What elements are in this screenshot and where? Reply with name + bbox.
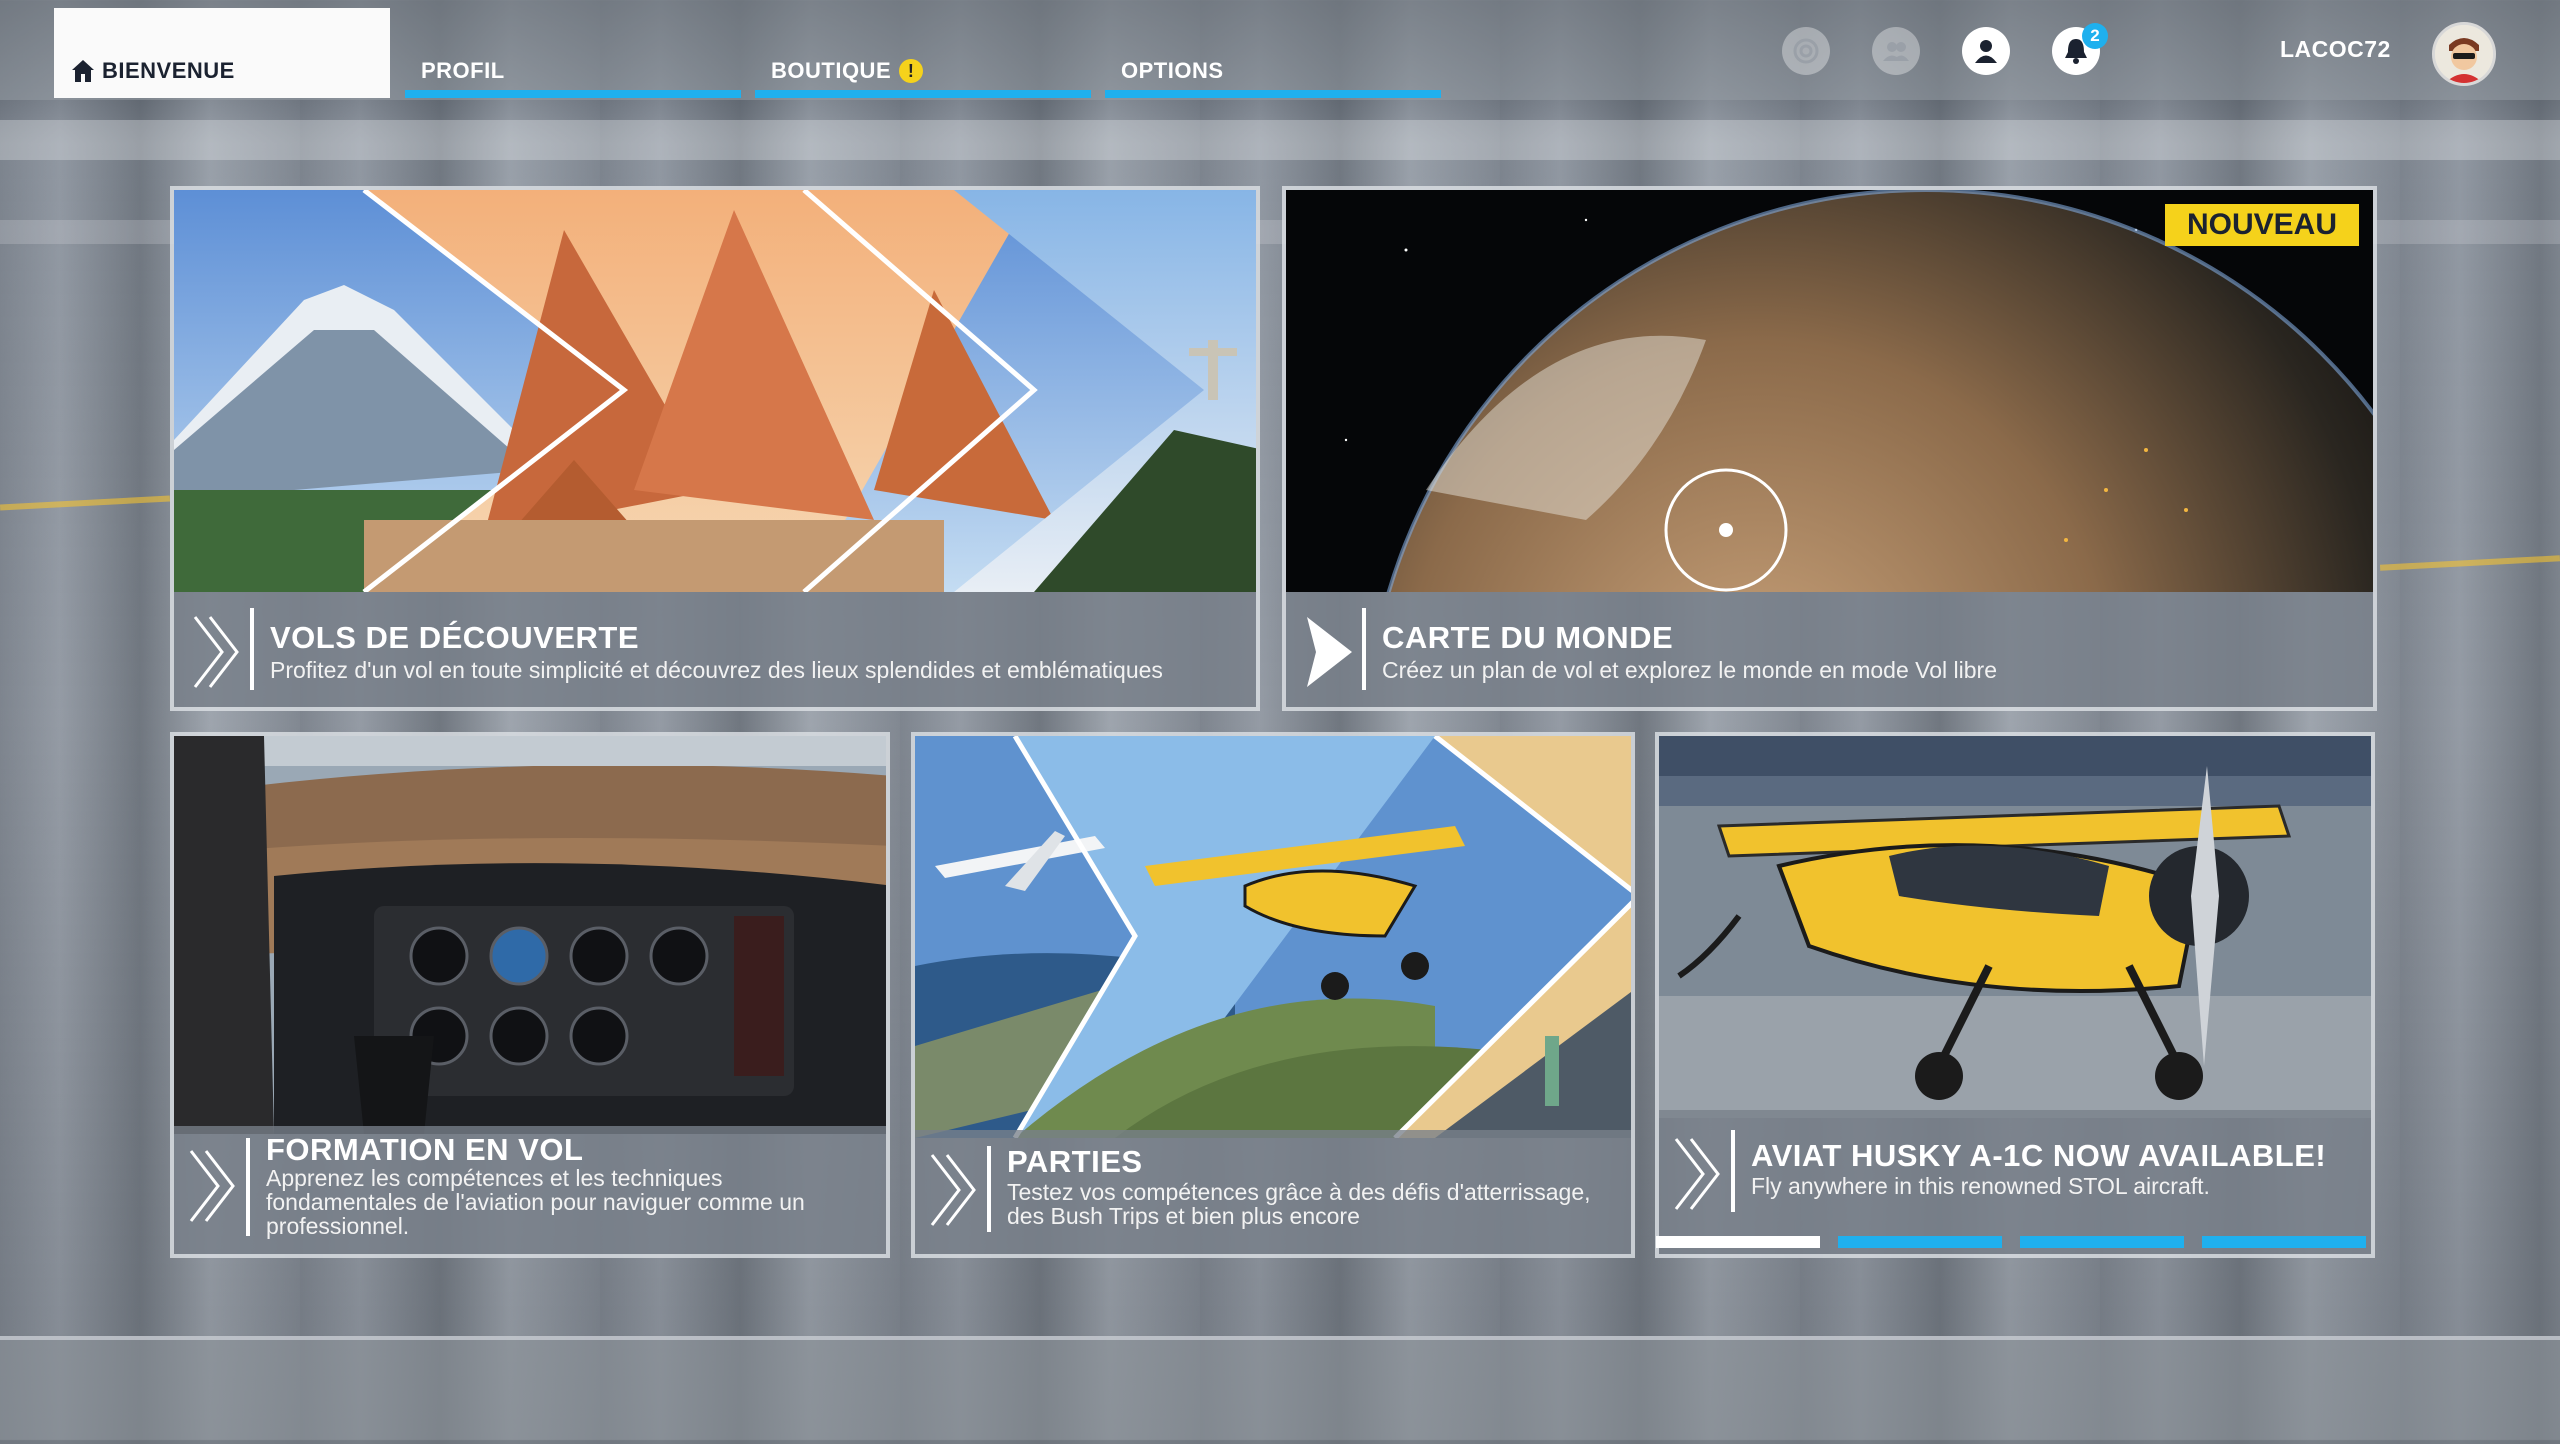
- tab-underline: [755, 90, 1091, 98]
- friends-icon: [1883, 42, 1909, 61]
- user-icon: [1975, 40, 1997, 63]
- card-title: AVIAT HUSKY A-1C NOW AVAILABLE!: [1751, 1138, 2327, 1173]
- globe-artwork: [1286, 190, 2373, 592]
- card-description: Fly anywhere in this renowned STOL aircr…: [1751, 1173, 2210, 1199]
- activities-artwork: [915, 736, 1631, 1138]
- chevron-right-icon: [1674, 1138, 1720, 1210]
- caption-divider: [250, 608, 254, 690]
- caption-divider: [987, 1146, 991, 1232]
- card-world-map[interactable]: NOUVEAU CARTE DU MONDE Créez un plan de …: [1282, 186, 2377, 711]
- carousel-dot-2[interactable]: [1838, 1236, 2002, 1248]
- card-title: FORMATION EN VOL: [266, 1132, 584, 1167]
- caption-divider: [246, 1138, 250, 1236]
- alert-icon: !: [899, 59, 924, 83]
- card-caption: CARTE DU MONDE Créez un plan de vol et e…: [1286, 592, 2373, 707]
- card-activities[interactable]: PARTIES Testez vos compétences grâce à d…: [911, 732, 1635, 1258]
- top-nav-bar: BIENVENUE PROFIL BOUTIQUE ! OPTIONS 2 LA…: [0, 0, 2560, 100]
- tab-label: BOUTIQUE: [771, 58, 892, 83]
- carousel-dot-4[interactable]: [2202, 1236, 2366, 1248]
- hangar-beam: [0, 120, 2560, 160]
- card-description: Créez un plan de vol et explorez le mond…: [1382, 657, 1997, 683]
- carousel-dot-1[interactable]: [1656, 1236, 1820, 1248]
- featured-carousel-indicators: [1656, 1236, 2368, 1252]
- tab-label: BIENVENUE: [102, 58, 235, 83]
- avatar-face-icon: [2435, 25, 2493, 83]
- cockpit-artwork: [174, 736, 886, 1134]
- caption-divider: [1731, 1130, 1735, 1212]
- tab-options[interactable]: OPTIONS: [1105, 8, 1441, 98]
- tab-bienvenue[interactable]: BIENVENUE: [54, 8, 390, 98]
- chevron-right-icon: [189, 1150, 235, 1222]
- card-description: Profitez d'un vol en toute simplicité et…: [270, 657, 1163, 683]
- card-caption: VOLS DE DÉCOUVERTE Profitez d'un vol en …: [174, 592, 1256, 707]
- tab-label: PROFIL: [421, 58, 505, 83]
- floor-marking: [0, 495, 171, 511]
- chevron-right-icon: [193, 616, 239, 688]
- floor-marking: [2379, 555, 2560, 571]
- card-caption: FORMATION EN VOL Apprenez les compétence…: [174, 1126, 886, 1254]
- card-image: [915, 736, 1631, 1138]
- activity-button[interactable]: [1782, 27, 1830, 75]
- card-description: Testez vos compétences grâce à des défis…: [1007, 1179, 1591, 1229]
- tab-boutique[interactable]: BOUTIQUE !: [755, 8, 1091, 98]
- tab-label-wrap: BOUTIQUE !: [771, 58, 924, 84]
- tab-underline: [1105, 90, 1441, 98]
- spiral-icon: [1793, 38, 1819, 64]
- avatar[interactable]: [2432, 22, 2496, 86]
- card-image: [174, 190, 1256, 592]
- notification-count: 2: [2082, 23, 2108, 49]
- card-featured-aviat-husky[interactable]: AVIAT HUSKY A-1C NOW AVAILABLE! Fly anyw…: [1655, 732, 2375, 1258]
- card-flight-training[interactable]: FORMATION EN VOL Apprenez les compétence…: [170, 732, 890, 1258]
- bottom-bar: [0, 1336, 2560, 1444]
- card-caption: PARTIES Testez vos compétences grâce à d…: [915, 1130, 1631, 1254]
- card-description: Apprenez les compétences et les techniqu…: [266, 1165, 805, 1239]
- caption-divider: [1362, 608, 1366, 690]
- home-icon: [72, 60, 94, 82]
- chevron-right-icon: [1307, 617, 1352, 687]
- card-discovery-flights[interactable]: VOLS DE DÉCOUVERTE Profitez d'un vol en …: [170, 186, 1260, 711]
- card-caption: AVIAT HUSKY A-1C NOW AVAILABLE! Fly anyw…: [1659, 1110, 2371, 1254]
- chevron-right-icon: [930, 1154, 976, 1226]
- profile-button[interactable]: [1962, 27, 2010, 75]
- tab-label: OPTIONS: [1121, 58, 1224, 83]
- notifications-button[interactable]: 2: [2052, 23, 2108, 75]
- discovery-artwork: [174, 190, 1256, 592]
- username[interactable]: LACOC72: [2280, 36, 2391, 63]
- friends-button[interactable]: [1872, 27, 1920, 75]
- tab-profil[interactable]: PROFIL: [405, 8, 741, 98]
- carousel-dot-3[interactable]: [2020, 1236, 2184, 1248]
- new-badge: NOUVEAU: [2164, 204, 2359, 246]
- husky-artwork: [1659, 736, 2371, 1118]
- card-image: NOUVEAU: [1286, 190, 2373, 592]
- tab-underline: [405, 90, 741, 98]
- card-title: VOLS DE DÉCOUVERTE: [270, 620, 639, 655]
- card-image: [1659, 736, 2371, 1118]
- card-image: [174, 736, 886, 1134]
- card-title: CARTE DU MONDE: [1382, 620, 1674, 655]
- card-title: PARTIES: [1007, 1144, 1143, 1179]
